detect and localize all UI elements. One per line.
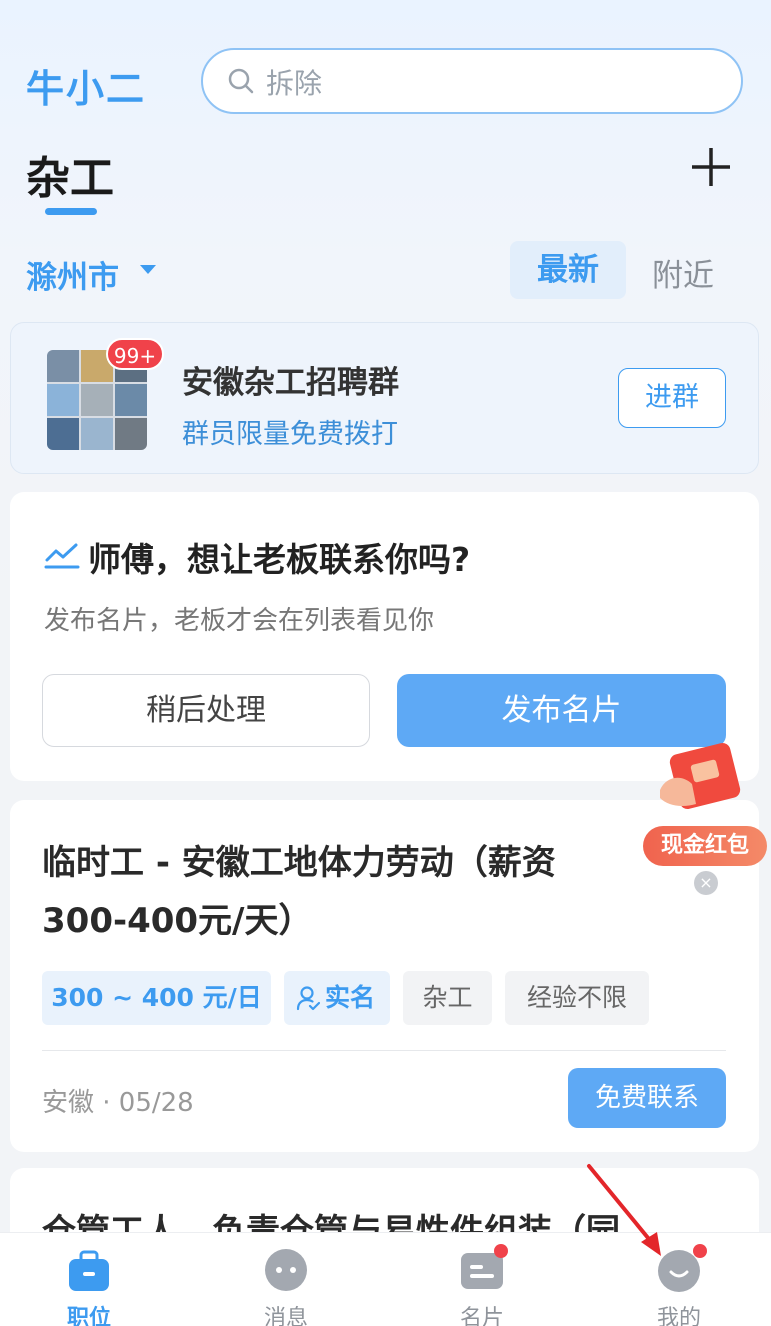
group-subtitle: 群员限量免费拨打 <box>182 419 398 450</box>
cash-red-packet-label[interactable]: 现金红包 <box>643 826 767 866</box>
search-icon <box>228 68 254 94</box>
nav-label: 我的 <box>656 1306 701 1326</box>
chat-bubble-icon <box>265 1249 307 1291</box>
nav-label: 消息 <box>263 1306 308 1326</box>
city-selector[interactable]: 滁州市 <box>26 252 119 297</box>
user-verified-icon <box>296 986 320 1011</box>
join-group-button[interactable]: 进群 <box>618 368 726 428</box>
tab-latest[interactable]: 最新 <box>510 241 626 299</box>
notification-dot <box>693 1244 707 1258</box>
nav-label: 职位 <box>66 1306 111 1326</box>
publish-card-button[interactable]: 发布名片 <box>397 674 726 747</box>
free-contact-button[interactable]: 免费联系 <box>568 1068 726 1128</box>
nav-label: 名片 <box>459 1306 504 1326</box>
title-underline <box>45 208 97 215</box>
job-title[interactable]: 临时工 - 安徽工地体力劳动（薪资300-400元/天） <box>42 834 632 950</box>
divider <box>42 1050 726 1051</box>
briefcase-icon <box>69 1250 109 1291</box>
unread-badge: 99+ <box>106 338 164 370</box>
add-icon[interactable] <box>690 146 732 188</box>
nav-item-card[interactable]: 名片 <box>412 1232 552 1326</box>
search-placeholder: 拆除 <box>266 67 323 100</box>
nav-item-messages[interactable]: 消息 <box>216 1232 356 1326</box>
later-button[interactable]: 稍后处理 <box>42 674 370 747</box>
category-tag: 杂工 <box>403 971 492 1025</box>
nav-item-jobs[interactable]: 职位 <box>19 1232 159 1326</box>
promo-subtitle: 发布名片，老板才会在列表看见你 <box>44 606 435 636</box>
experience-tag: 经验不限 <box>505 971 649 1025</box>
caret-down-icon[interactable] <box>140 265 156 274</box>
tab-nearby[interactable]: 附近 <box>652 250 714 295</box>
annotation-arrow-icon <box>587 1164 661 1256</box>
close-icon[interactable]: × <box>694 871 718 895</box>
group-name: 安徽杂工招聘群 <box>182 365 399 401</box>
job-location-date: 安徽 · 05/28 <box>42 1088 194 1118</box>
app-logo: 牛小二 <box>26 67 147 111</box>
trend-up-icon <box>44 543 80 569</box>
red-packet-icon[interactable] <box>652 740 762 820</box>
promo-title: 师傅，想让老板联系你吗? <box>88 540 471 579</box>
salary-tag: 300 ~ 400 元/日 <box>42 971 271 1025</box>
page-title[interactable]: 杂工 <box>26 142 114 206</box>
notification-dot <box>494 1244 508 1258</box>
